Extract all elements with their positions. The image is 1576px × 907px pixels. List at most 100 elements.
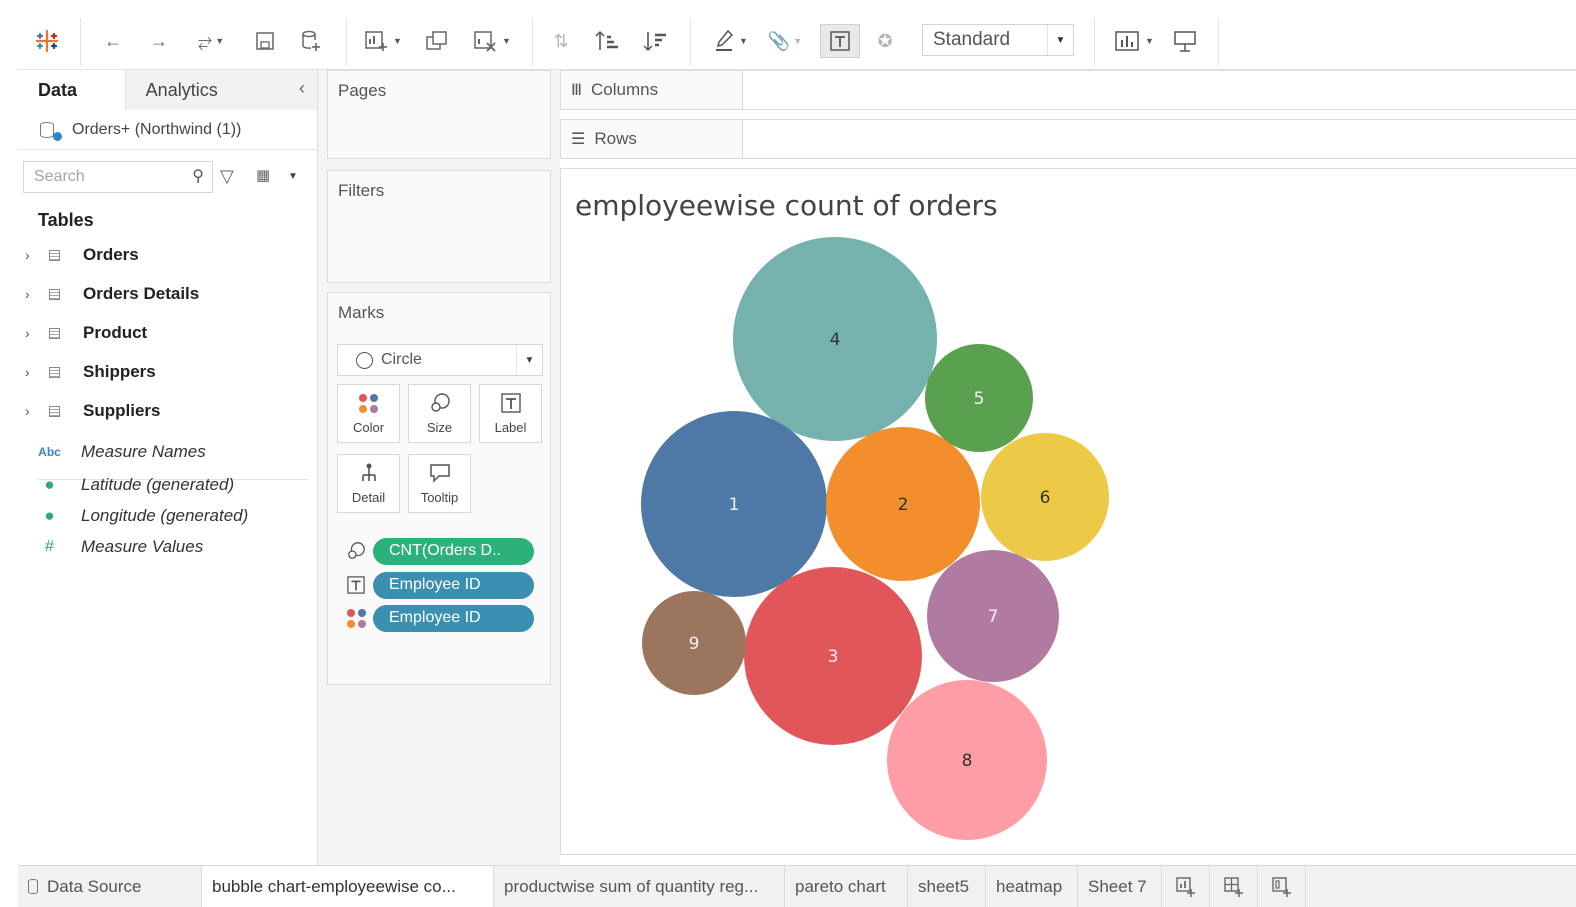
fit-dropdown[interactable]: Standard ▼ [922,24,1074,56]
tab-label: heatmap [996,876,1063,896]
size-icon [345,541,367,561]
new-worksheet-icon[interactable] [1162,866,1210,907]
chevron-down-icon[interactable]: ▼ [288,171,298,182]
tableau-logo-icon[interactable] [32,26,62,56]
chevron-right-icon[interactable]: › [18,364,42,380]
bubble-label-8: 8 [962,751,973,771]
tab-data[interactable]: Data [18,70,125,110]
tables-heading: Tables [38,210,94,230]
viz-canvas[interactable]: employeewise count of orders 413286759 [560,168,1576,855]
view-options-icon[interactable]: ▦ [256,166,270,184]
tab-data-source[interactable]: Data Source [18,866,202,907]
filters-card[interactable]: Filters [327,170,551,283]
collapse-pane-icon[interactable]: ‹ [299,78,305,99]
table-label: Shippers [83,362,156,381]
new-worksheet-icon[interactable]: ▼ [358,26,408,56]
label-icon [345,576,367,594]
chevron-right-icon[interactable]: › [18,286,42,302]
pages-title: Pages [338,81,387,100]
tab-heatmap[interactable]: heatmap [986,866,1078,907]
field-label: Longitude (generated) [81,506,249,525]
sort-ascending-icon[interactable] [592,26,622,56]
tableau-window: ← → ⥂ ▼ ▼ ▼ ⇅ ▼ 📎 ▼ ✪ Standard ▼ ▼ Data … [18,12,1576,907]
field-label: Measure Names [81,442,206,461]
field-label: Latitude (generated) [81,475,235,494]
bubble-label-6: 6 [1040,488,1051,508]
table-item-product[interactable]: › Product [18,318,318,348]
marks-card: Marks Circle ▼ Color Size Label Detail T… [327,292,551,685]
table-label: Orders Details [83,284,200,303]
label-button[interactable]: Label [479,384,542,443]
color-button[interactable]: Color [337,384,400,443]
field-latitude[interactable]: ● Latitude (generated) [18,470,318,500]
columns-label: Columns [591,80,659,99]
field-measure-values[interactable]: # Measure Values [18,532,318,562]
table-icon [49,288,60,300]
marks-pill-size[interactable]: CNT(Orders D.. [345,537,534,565]
marks-pill-label[interactable]: Employee ID [345,571,534,599]
pill-employee-id-label[interactable]: Employee ID [373,571,534,599]
tab-pareto-chart[interactable]: pareto chart [785,866,908,907]
table-item-shippers[interactable]: › Shippers [18,357,318,387]
tab-productwise[interactable]: productwise sum of quantity reg... [494,866,785,907]
swap-icon[interactable]: ⇅ [546,26,576,56]
tooltip-button[interactable]: Tooltip [408,454,471,513]
table-label: Product [83,323,148,342]
tab-label: pareto chart [795,876,886,896]
size-button[interactable]: Size [408,384,471,443]
chevron-down-icon: ▼ [516,345,542,375]
table-label: Suppliers [83,401,161,420]
field-longitude[interactable]: ● Longitude (generated) [18,501,318,531]
search-row: Search ⚲ ▽ ▦ ▼ [18,150,317,202]
table-item-orders[interactable]: › Orders [18,240,318,270]
table-item-suppliers[interactable]: › Suppliers [18,396,318,426]
pill-employee-id-color[interactable]: Employee ID [373,604,534,632]
presentation-icon[interactable] [1170,26,1200,56]
pin-icon[interactable]: ✪ [870,26,900,56]
new-story-icon[interactable] [1258,866,1306,907]
tooltip-label: Tooltip [420,490,459,505]
group-icon[interactable]: 📎 ▼ [762,26,808,56]
new-datasource-icon[interactable] [298,26,324,56]
tab-analytics[interactable]: Analytics [124,70,317,110]
datasource-label: Orders+ (Northwind (1)) [72,120,242,138]
detail-button[interactable]: Detail [337,454,400,513]
redo-icon[interactable]: → [144,26,174,56]
datasource-icon [28,879,38,894]
pages-card[interactable]: Pages [327,70,551,159]
clear-sheet-icon[interactable]: ▼ [466,26,518,56]
new-dashboard-icon[interactable] [1210,866,1258,907]
show-me-icon[interactable]: ▼ [1110,26,1158,56]
show-labels-icon[interactable] [820,24,860,58]
datasource-item[interactable]: Orders+ (Northwind (1)) [18,110,317,150]
search-input[interactable]: Search ⚲ [23,161,213,193]
filter-icon[interactable]: ▽ [220,166,234,187]
mark-type-dropdown[interactable]: Circle ▼ [337,344,543,376]
duplicate-icon[interactable] [422,26,452,56]
search-icon: ⚲ [192,168,204,185]
redo-dropdown-icon[interactable]: ⥂ ▼ [188,26,234,56]
sort-descending-icon[interactable] [640,26,670,56]
marks-pill-color[interactable]: Employee ID [345,604,534,632]
detail-icon [359,462,379,484]
tab-bubble-chart[interactable]: bubble chart-employeewise co... [202,866,494,907]
columns-shelf[interactable]: Ⅲ Columns [560,70,1576,110]
pill-cnt-orders[interactable]: CNT(Orders D.. [373,537,534,565]
chevron-right-icon[interactable]: › [18,247,42,263]
globe-icon: ● [44,475,55,494]
chevron-right-icon[interactable]: › [18,325,42,341]
detail-label: Detail [351,490,386,505]
data-pane: Data Analytics ‹ Orders+ (Northwind (1))… [18,70,318,865]
table-item-orders-details[interactable]: › Orders Details [18,279,318,309]
undo-icon[interactable]: ← [98,26,128,56]
highlight-icon[interactable]: ▼ [708,26,754,56]
tab-label: productwise sum of quantity reg... [504,876,759,896]
table-icon [49,405,60,417]
tab-sheet-7[interactable]: Sheet 7 [1078,866,1162,907]
tab-sheet5[interactable]: sheet5 [908,866,986,907]
filters-title: Filters [338,181,385,200]
chevron-right-icon[interactable]: › [18,403,42,419]
rows-shelf[interactable]: ☰ Rows [560,119,1576,159]
field-measure-names[interactable]: Abc Measure Names [18,437,318,467]
save-icon[interactable] [252,26,278,56]
